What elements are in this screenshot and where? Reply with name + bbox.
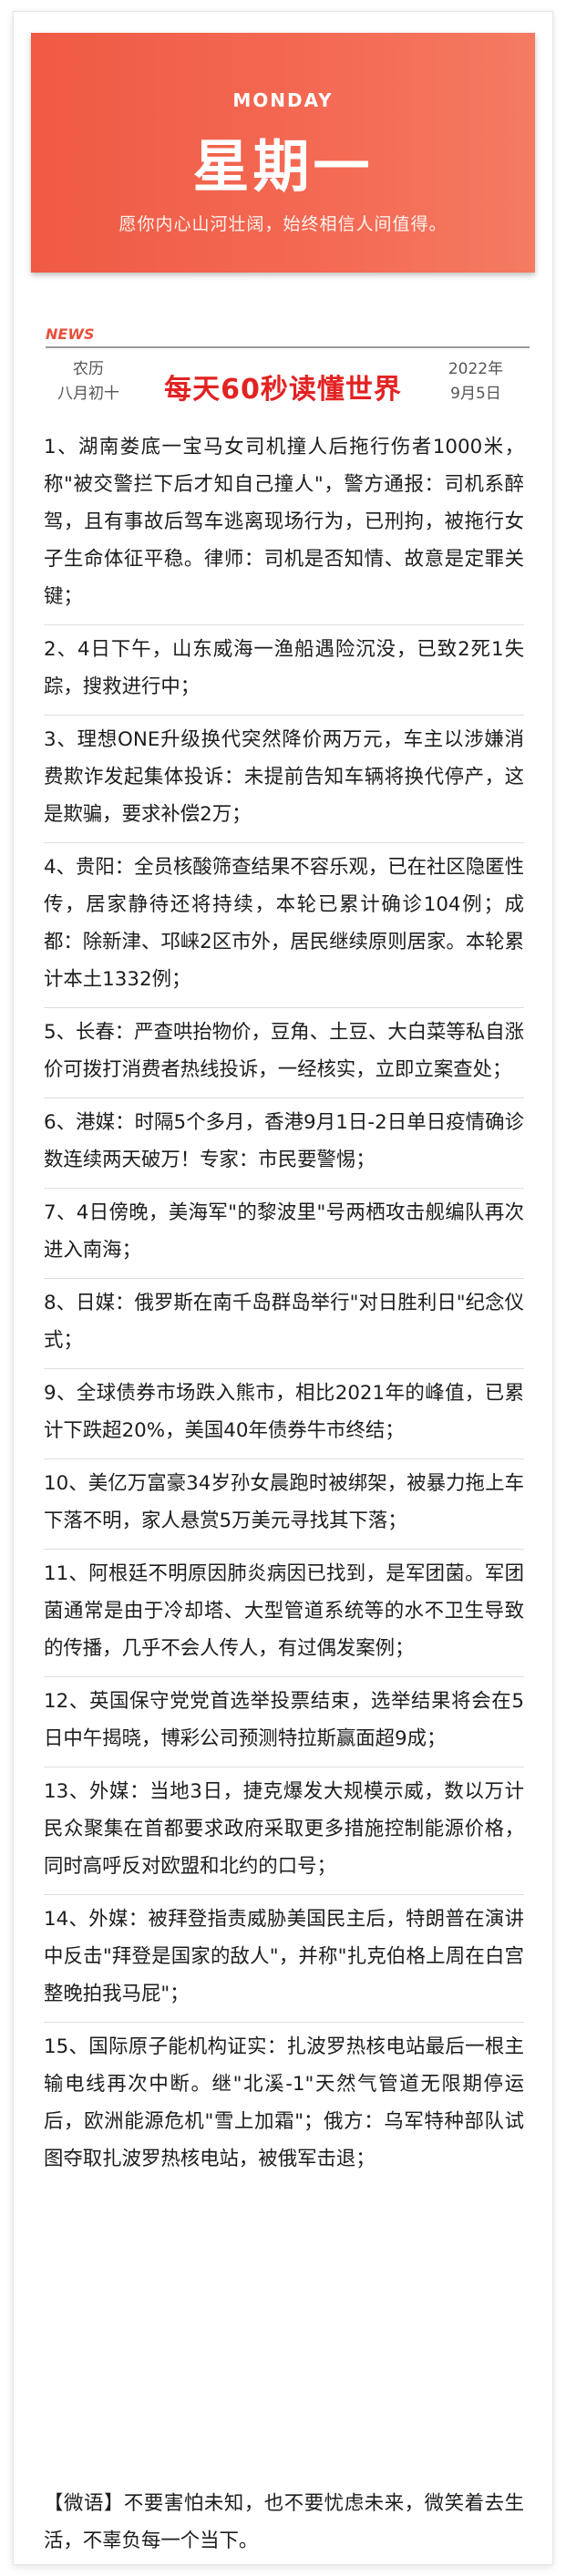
gregorian-date: 2022年 9月5日 [426,357,526,407]
list-item: 3、理想ONE升级换代突然降价两万元，车主以涉嫌消费欺诈发起集体投诉：未提前告知… [44,716,524,843]
list-item: 7、4日傍晚，美海军"的黎波里"号两栖攻击舰编队再次进入南海； [44,1189,524,1279]
gregorian-year: 2022年 [448,360,504,378]
section-label: NEWS [46,325,95,343]
list-item: 15、国际原子能机构证实：扎波罗热核电站最后一根主输电线再次中断。继"北溪-1"… [44,2035,524,2170]
list-item: 6、港媒：时隔5个多月，香港9月1日-2日单日疫情确诊数连续两天破万！专家：市民… [44,1098,524,1189]
list-item: 14、外媒：被拜登指责威胁美国民主后，特朗普在演讲中反击"拜登是国家的敌人"，并… [44,1895,524,2023]
list-item: 1、湖南娄底一宝马女司机撞人后拖行伤者1000米，称"被交警拦下后才知自己撞人"… [44,423,524,625]
list-item: 5、长春：严查哄抬物价，豆角、土豆、大白菜等私自涨价可拨打消费者热线投诉，一经核… [44,1008,524,1098]
list-item: 13、外媒：当地3日，捷克爆发大规模示威，数以万计民众聚集在首都要求政府采取更多… [44,1767,524,1895]
list-item: 8、日媒：俄罗斯在南千岛群岛举行"对日胜利日"纪念仪式； [44,1279,524,1369]
list-item: 10、美亿万富豪34岁孙女晨跑时被绑架，被暴力拖上车下落不明，家人悬赏5万美元寻… [44,1459,524,1550]
list-item: 4、贵阳：全员核酸筛查结果不容乐观，已在社区隐匿性传，居家静待还将持续，本轮已累… [44,843,524,1008]
divider [46,346,530,348]
header-banner: MONDAY 星期一 愿你内心山河壮阔，始终相信人间值得。 [31,33,535,273]
gregorian-day: 9月5日 [450,385,501,403]
weekday-english: MONDAY [232,89,334,111]
list-item: 12、英国保守党党首选举投票结束，选举结果将会在5日中午揭晓，博彩公司预测特拉斯… [44,1677,524,1767]
weekday-chinese: 星期一 [192,133,374,200]
list-item: 9、全球债券市场跌入熊市，相比2021年的峰值，已累计下跌超20%，美国40年债… [44,1369,524,1459]
motto: 愿你内心山河壮阔，始终相信人间值得。 [118,214,448,234]
list-item: 2、4日下午，山东威海一渔船遇险沉没，已致2死1失踪，搜救进行中； [44,625,524,716]
daily-quote: 【微语】不要害怕未知，也不要忧虑未来，微笑着去生活，不辜负每一个当下。 [44,2492,524,2552]
list-item: 11、阿根廷不明原因肺炎病因已找到，是军团菌。军团菌通常是由于冷却塔、大型管道系… [44,1550,524,1677]
news-list: 1、湖南娄底一宝马女司机撞人后拖行伤者1000米，称"被交警拦下后才知自己撞人"… [44,423,524,2187]
